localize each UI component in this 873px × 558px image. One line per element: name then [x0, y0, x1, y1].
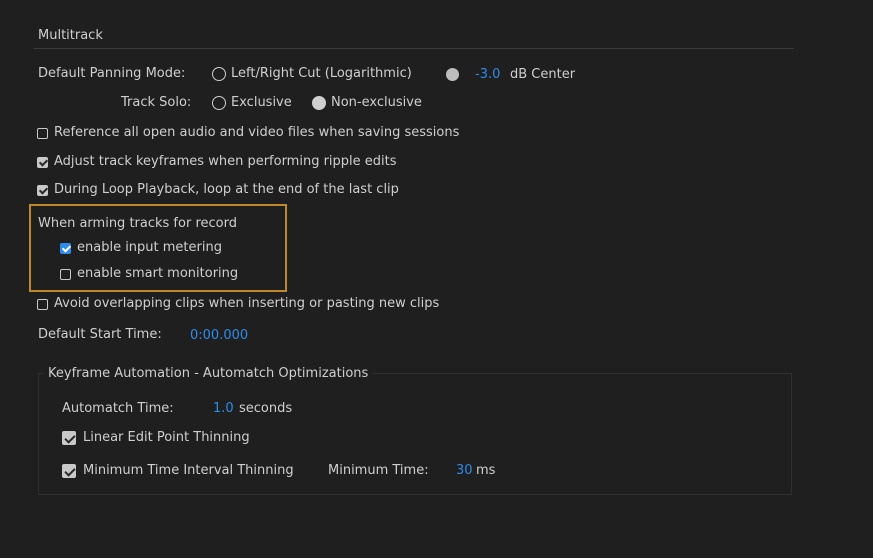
linear-thinning-label: Linear Edit Point Thinning	[83, 430, 250, 445]
keyframe-group-title: Keyframe Automation - Automatch Optimiza…	[44, 366, 373, 382]
reference-files-checkbox[interactable]	[37, 128, 48, 139]
solo-exclusive-label: Exclusive	[231, 95, 292, 110]
start-time-label: Default Start Time:	[38, 327, 162, 342]
pan-db-value[interactable]: -3.0	[475, 67, 500, 83]
min-interval-label: Minimum Time Interval Thinning	[83, 463, 294, 478]
reference-files-label: Reference all open audio and video files…	[54, 125, 460, 140]
automatch-time-label: Automatch Time:	[62, 401, 174, 416]
panning-mode-radio[interactable]	[212, 67, 226, 81]
avoid-overlap-label: Avoid overlapping clips when inserting o…	[54, 296, 440, 311]
solo-nonexclusive-label: Non-exclusive	[331, 95, 422, 110]
min-time-value[interactable]: 30	[456, 463, 473, 479]
section-divider	[34, 48, 794, 49]
smart-monitoring-label: enable smart monitoring	[77, 266, 239, 281]
min-interval-checkbox[interactable]	[62, 464, 76, 478]
min-time-label: Minimum Time:	[328, 463, 429, 478]
pan-db-unit: dB Center	[510, 67, 576, 82]
min-time-unit: ms	[476, 463, 496, 478]
track-solo-label: Track Solo:	[121, 95, 192, 110]
section-title: Multitrack	[38, 28, 103, 43]
start-time-value[interactable]: 0:00.000	[190, 328, 248, 344]
input-metering-label: enable input metering	[77, 240, 222, 255]
loop-playback-checkbox[interactable]	[37, 185, 48, 196]
solo-exclusive-radio[interactable]	[212, 96, 226, 110]
smart-monitoring-checkbox[interactable]	[60, 269, 71, 280]
adjust-keyframes-label: Adjust track keyframes when performing r…	[54, 154, 397, 169]
adjust-keyframes-checkbox[interactable]	[37, 157, 48, 168]
pan-knob[interactable]	[446, 68, 459, 81]
loop-playback-label: During Loop Playback, loop at the end of…	[54, 182, 399, 197]
input-metering-checkbox[interactable]	[60, 243, 71, 254]
panning-mode-label: Default Panning Mode:	[38, 66, 186, 81]
automatch-time-value[interactable]: 1.0	[213, 401, 234, 417]
solo-nonexclusive-radio[interactable]	[312, 96, 326, 110]
avoid-overlap-checkbox[interactable]	[37, 299, 48, 310]
automatch-time-unit: seconds	[239, 401, 293, 416]
arming-title: When arming tracks for record	[38, 216, 237, 231]
linear-thinning-checkbox[interactable]	[62, 431, 76, 445]
panning-mode-option: Left/Right Cut (Logarithmic)	[231, 66, 412, 81]
